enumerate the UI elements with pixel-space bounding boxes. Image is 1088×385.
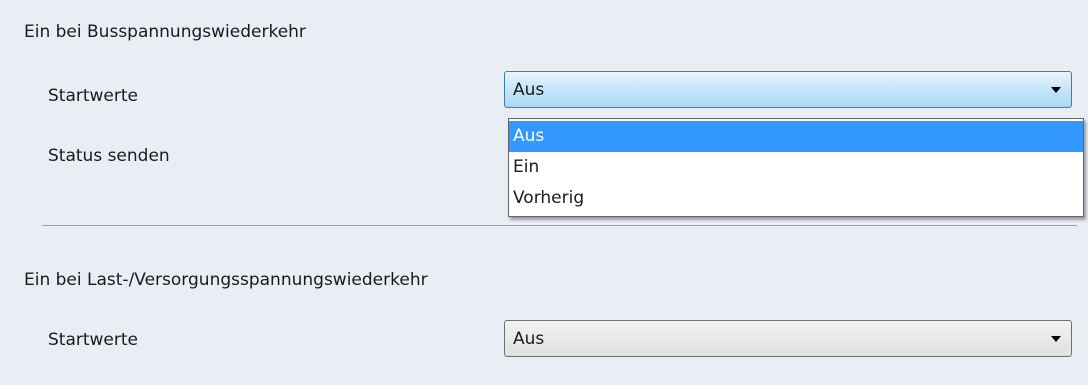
chevron-down-icon xyxy=(1051,87,1061,93)
startwerte-select-bus-value: Aus xyxy=(513,80,545,100)
startwerte-select-load-value: Aus xyxy=(513,329,545,349)
section-title-load-voltage: Ein bei Last-/Versorgungsspannungswieder… xyxy=(24,270,428,290)
startwerte-select-bus[interactable]: Aus xyxy=(504,71,1072,108)
chevron-down-icon xyxy=(1051,336,1061,342)
status-senden-label: Status senden xyxy=(48,146,170,166)
startwerte-label-load: Startwerte xyxy=(48,330,139,350)
startwerte-label-bus: Startwerte xyxy=(48,86,139,106)
startwerte-dropdown-list: Aus Ein Vorherig xyxy=(508,118,1084,217)
section-divider xyxy=(42,225,1077,226)
section-title-bus-voltage: Ein bei Busspannungswiederkehr xyxy=(24,22,306,42)
dropdown-option-aus[interactable]: Aus xyxy=(509,121,1083,152)
startwerte-select-load[interactable]: Aus xyxy=(504,320,1072,357)
dropdown-option-vorherig[interactable]: Vorherig xyxy=(509,183,1083,214)
dropdown-option-ein[interactable]: Ein xyxy=(509,152,1083,183)
